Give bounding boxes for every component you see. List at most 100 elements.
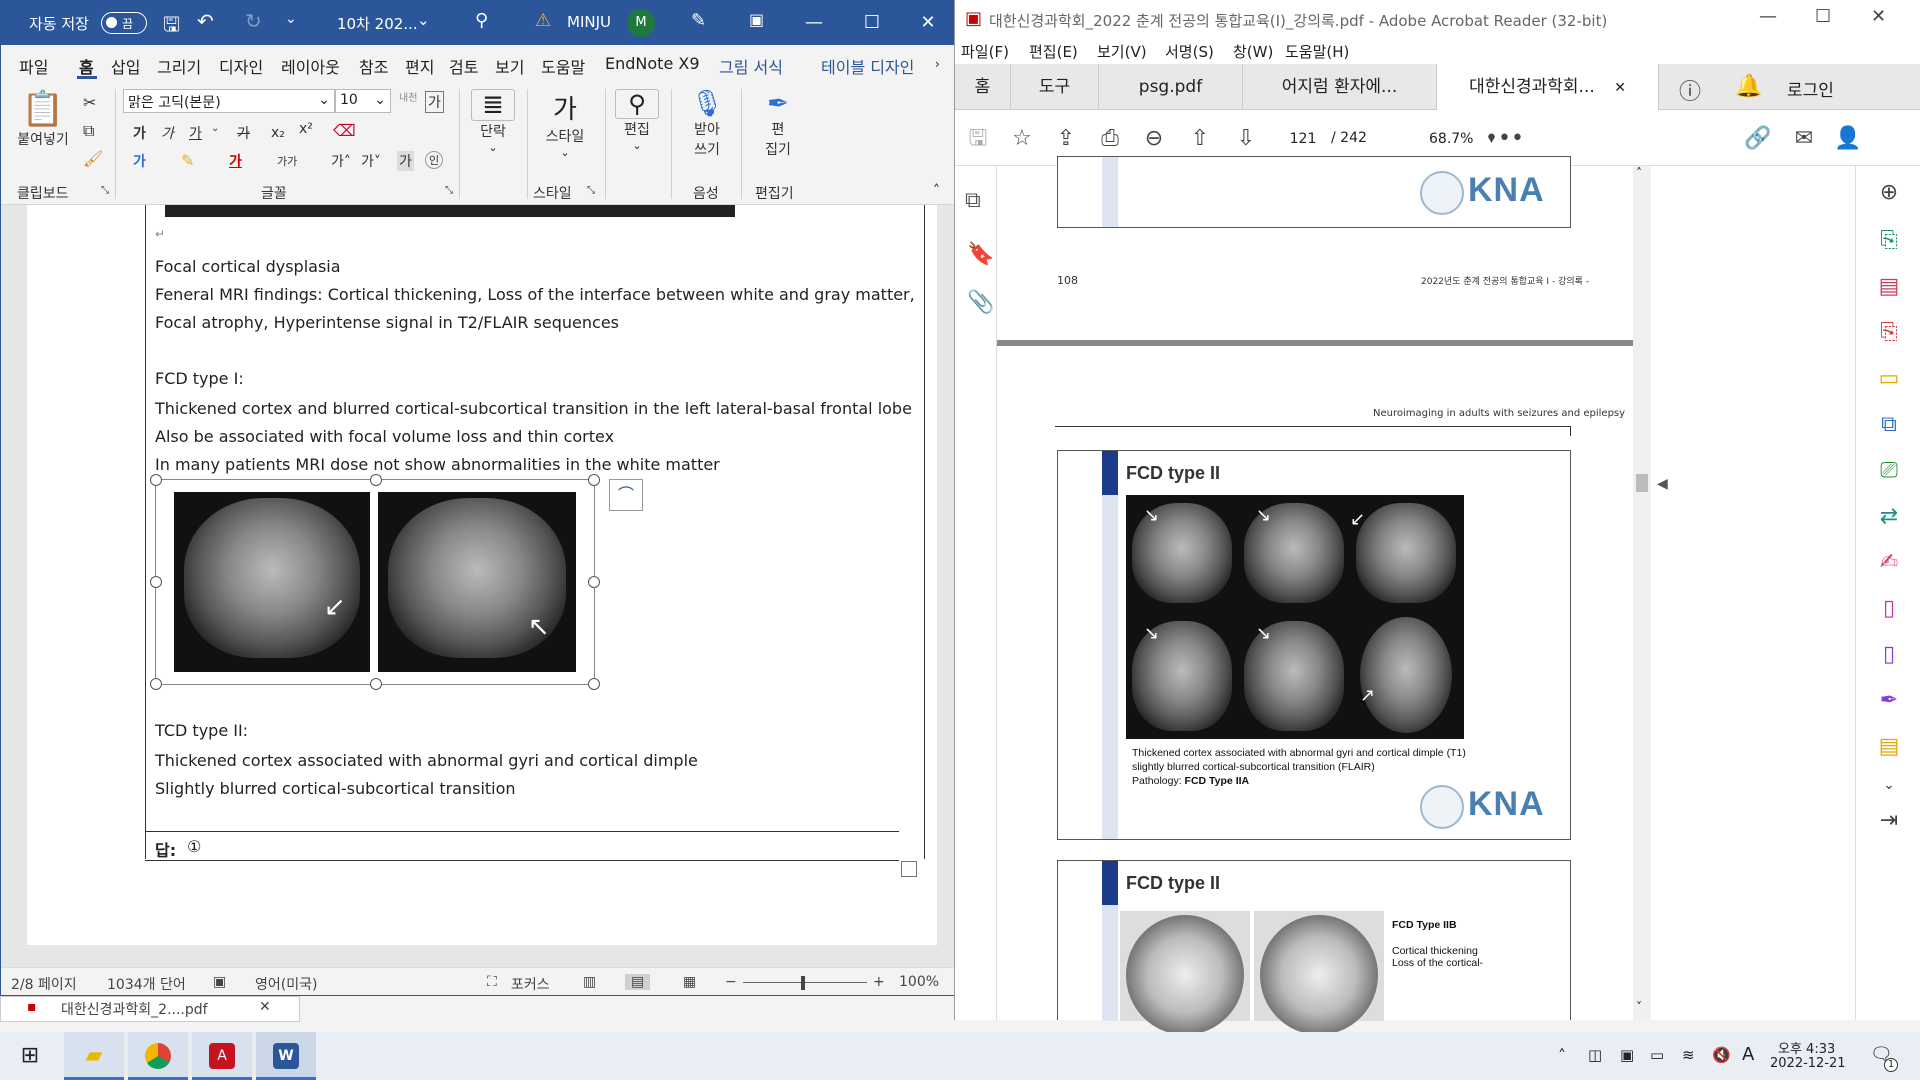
login-button[interactable]: 로그인 [1787, 76, 1834, 101]
autosave-toggle[interactable]: 끔 [101, 12, 147, 34]
dialog-launcher-icon[interactable]: ⤡ [101, 185, 109, 196]
bold-icon[interactable]: 가 [133, 123, 146, 143]
menu-help[interactable]: 도움말(H) [1285, 41, 1349, 62]
paste-button[interactable]: 📋 붙여넣기 [15, 89, 71, 175]
menu-file[interactable]: 파일(F) [961, 41, 1009, 62]
bell-icon[interactable]: 🔔 [1735, 74, 1762, 99]
wifi-icon[interactable]: ≋ [1682, 1046, 1695, 1064]
save-icon[interactable]: 🖫 [963, 124, 993, 154]
increase-size-icon[interactable]: 가˄ [331, 151, 351, 171]
close-icon[interactable]: ✕ [259, 999, 271, 1015]
focus-mode-button[interactable]: 포커스 [511, 974, 550, 994]
tab-insert[interactable]: 삽입 [111, 54, 140, 78]
resize-handle[interactable] [150, 576, 162, 588]
display-icon[interactable]: ▣ [1620, 1046, 1634, 1064]
upload-icon[interactable]: ⇪ [1051, 124, 1081, 154]
decrease-size-icon[interactable]: 가˅ [361, 151, 381, 171]
zoom-in-icon[interactable]: + [873, 974, 885, 990]
tab-active-document[interactable]: 대한신경과학회... ✕ [1437, 64, 1659, 110]
proofing-icon[interactable]: ▣ [213, 974, 226, 990]
word-count[interactable]: 1034개 단어 [107, 974, 186, 994]
send-track-icon[interactable]: ⇄ [1874, 502, 1904, 532]
paragraph-button[interactable]: ≣ 단락 ⌄ [471, 89, 515, 154]
menu-sign[interactable]: 서명(S) [1165, 41, 1214, 62]
format-painter-icon[interactable]: 🖌 [83, 149, 103, 168]
customize-qat-icon[interactable]: ⌄ [285, 11, 297, 27]
resize-handle[interactable] [150, 678, 162, 690]
minimize-button[interactable]: — [1759, 6, 1777, 27]
tab-draw[interactable]: 그리기 [157, 54, 201, 78]
collapse-panel-icon[interactable]: ⇥ [1874, 806, 1904, 836]
share-link-icon[interactable]: 🔗 [1743, 124, 1773, 154]
taskbar-explorer[interactable]: ▰ [64, 1032, 124, 1080]
tab-mailings[interactable]: 편지 [405, 54, 434, 78]
ribbon-display-icon[interactable]: ▣ [749, 10, 764, 29]
resize-handle[interactable] [370, 678, 382, 690]
pen-icon[interactable]: ✎ [691, 10, 706, 31]
styles-button[interactable]: 가 스타일 ⌄ [537, 89, 593, 159]
char-spacing-icon[interactable]: 가가 [277, 153, 297, 169]
request-signature-icon[interactable]: ✒ [1874, 686, 1904, 716]
battery-icon[interactable]: ▭ [1650, 1046, 1664, 1064]
close-button[interactable]: ✕ [905, 9, 951, 37]
tab-psg[interactable]: psg.pdf [1099, 64, 1243, 110]
help-icon[interactable]: ⓘ [1679, 74, 1701, 106]
avatar[interactable]: M [627, 9, 655, 37]
editor-button[interactable]: ✒ 편 집기 [751, 89, 805, 159]
collapse-ribbon-icon[interactable]: ˄ [933, 183, 940, 199]
dialog-launcher-icon[interactable]: ⤡ [445, 185, 453, 196]
tab-endnote[interactable]: EndNote X9 [605, 54, 700, 73]
read-mode-icon[interactable]: ▥ [583, 974, 596, 990]
table-resize-handle[interactable] [901, 861, 917, 877]
organize-pages-icon[interactable]: ▤ [1874, 272, 1904, 302]
taskbar-acrobat[interactable]: A [192, 1032, 252, 1080]
font-name-combo[interactable]: 맑은 고딕(본문) ⌄ [123, 89, 335, 113]
resize-handle[interactable] [150, 474, 162, 486]
tab-picture-format[interactable]: 그림 서식 [719, 54, 783, 78]
italic-icon[interactable]: 가 [161, 123, 174, 143]
focus-icon[interactable]: ⛶ [487, 974, 497, 990]
font-color-icon[interactable]: 가 [229, 151, 242, 171]
scan-icon[interactable]: ⎚ [1874, 456, 1904, 486]
page-count[interactable]: 2/8 페이지 [11, 974, 77, 994]
underline-icon[interactable]: 가 [189, 123, 202, 143]
enclose-char-icon[interactable]: 인 [425, 151, 444, 169]
volume-icon[interactable]: 🔇 [1712, 1046, 1731, 1064]
language[interactable]: 영어(미국) [255, 974, 317, 994]
undo-icon[interactable]: ↶ [197, 9, 214, 33]
copy-icon[interactable]: ⧉ [83, 121, 94, 141]
email-icon[interactable]: ✉ [1789, 124, 1819, 154]
tab-review[interactable]: 검토 [449, 54, 478, 78]
pdf-viewer[interactable]: KNA 108 2022년도 춘계 전공의 통합교육 I - 강의록 - Neu… [997, 156, 1855, 1035]
char-shading-icon[interactable]: 가 [397, 151, 414, 171]
close-icon[interactable]: ✕ [1614, 80, 1626, 96]
redo-icon[interactable]: ↻ [245, 9, 262, 33]
save-icon[interactable]: 🖫 [163, 10, 180, 44]
user-name[interactable]: MINJU [567, 13, 611, 31]
grow-font-icon[interactable]: 내천 [399, 89, 417, 104]
chevron-down-icon[interactable]: ⌄ [211, 123, 219, 134]
star-icon[interactable]: ☆ [1007, 124, 1037, 154]
edit-pdf-icon[interactable]: ▯ [1874, 594, 1904, 624]
tray-overflow-icon[interactable]: ˄ [1558, 1046, 1566, 1065]
menu-window[interactable]: 창(W) [1233, 41, 1273, 62]
tab-table-design[interactable]: 테이블 디자인 [821, 54, 914, 78]
menu-view[interactable]: 보기(V) [1097, 41, 1147, 62]
comment-icon[interactable]: ▭ [1874, 364, 1904, 394]
answer-row[interactable]: 답: ① [145, 831, 899, 861]
maximize-button[interactable]: ☐ [849, 9, 895, 37]
scroll-down-icon[interactable]: ˅ [1636, 1000, 1642, 1014]
zoom-level[interactable]: 100% [899, 974, 939, 990]
dialog-launcher-icon[interactable]: ⤡ [587, 185, 595, 196]
tab-file[interactable]: 파일 [19, 54, 48, 78]
ime-indicator[interactable]: A [1742, 1044, 1754, 1065]
font-size-combo[interactable]: 10 ⌄ [335, 89, 391, 113]
tab-dizziness[interactable]: 어지럼 환자에... [1243, 64, 1437, 110]
scroll-up-icon[interactable]: ˄ [1636, 166, 1642, 180]
next-page-icon[interactable]: ⇩ [1231, 124, 1261, 154]
create-pdf-icon[interactable]: ⎘ [1874, 226, 1904, 256]
web-layout-icon[interactable]: ▦ [683, 974, 696, 990]
expand-tools-icon[interactable]: ⌄ [1874, 770, 1904, 800]
prev-page-icon[interactable]: ⇧ [1185, 124, 1215, 154]
bookmark-icon[interactable]: 🔖 [967, 242, 994, 267]
